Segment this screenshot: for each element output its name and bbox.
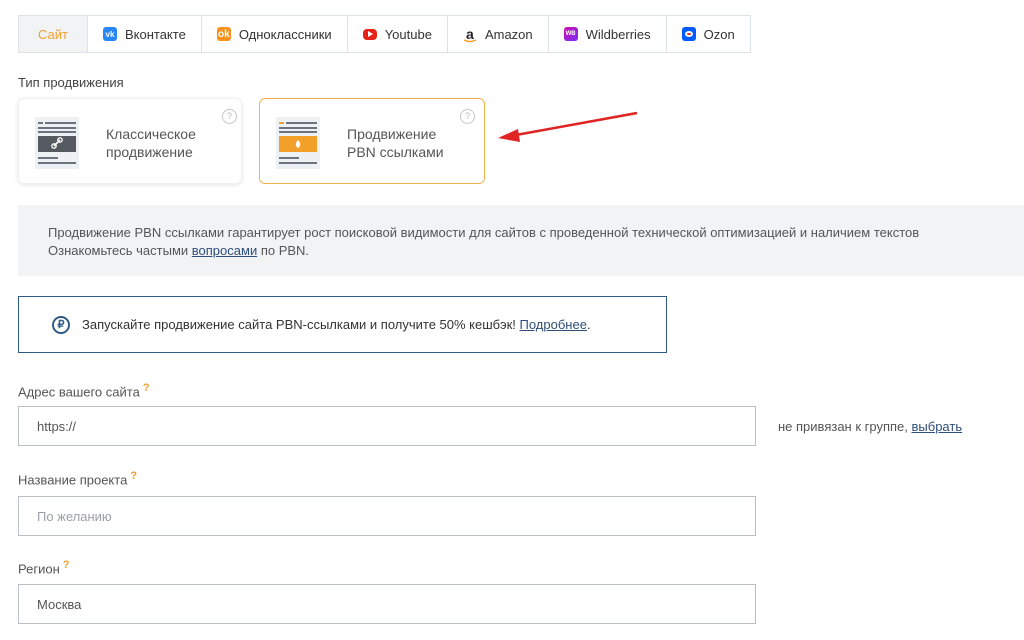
info-line2-prefix: Ознакомьтесь частыми xyxy=(48,243,192,258)
help-icon[interactable]: ? xyxy=(460,109,475,124)
tab-amazon[interactable]: a Amazon xyxy=(448,16,549,52)
pbn-promotion-card[interactable]: Продвижение PBN ссылками ? xyxy=(259,98,485,184)
project-name-label-text: Название проекта xyxy=(18,472,128,488)
tab-vkontakte-label: Вконтакте xyxy=(124,26,186,42)
pbn-card-line2: PBN ссылками xyxy=(347,144,444,160)
info-line2: Ознакомьтесь частыми вопросами по PBN. xyxy=(48,243,309,258)
source-tabs: Сайт vk Вконтакте ok Одноклассники Youtu… xyxy=(18,15,751,53)
cashback-promo-banner: ₽ Запускайте продвижение сайта PBN-ссылк… xyxy=(18,296,667,353)
tab-wildberries[interactable]: WB Wildberries xyxy=(549,16,667,52)
region-label: Регион? xyxy=(18,559,69,576)
project-name-input[interactable] xyxy=(18,496,756,536)
region-input[interactable] xyxy=(18,584,756,624)
ok-icon: ok xyxy=(216,27,231,41)
group-binding-text: не привязан к группе, xyxy=(778,419,912,434)
help-mark[interactable]: ? xyxy=(130,470,137,482)
info-line2-suffix: по PBN. xyxy=(257,243,310,258)
help-mark[interactable]: ? xyxy=(143,382,150,394)
help-icon[interactable]: ? xyxy=(222,109,237,124)
tab-youtube-label: Youtube xyxy=(384,26,432,42)
tab-wildberries-label: Wildberries xyxy=(585,26,651,42)
red-arrow-annotation xyxy=(498,111,638,142)
tab-ozon-label: Ozon xyxy=(703,26,735,42)
ozon-icon xyxy=(681,27,696,41)
tab-vkontakte[interactable]: vk Вконтакте xyxy=(88,16,202,52)
pbn-card-line1: Продвижение xyxy=(347,126,437,142)
tab-youtube[interactable]: Youtube xyxy=(348,16,448,52)
ruble-icon: ₽ xyxy=(52,315,70,334)
site-address-label: Адрес вашего сайта? xyxy=(18,382,150,399)
youtube-icon xyxy=(362,28,377,40)
pbn-info-block: Продвижение PBN ссылками гарантирует рос… xyxy=(18,205,1024,276)
classic-card-line2: продвижение xyxy=(106,144,193,160)
classic-card-line1: Классическое xyxy=(106,126,196,142)
promo-more-link[interactable]: Подробнее xyxy=(520,317,587,332)
help-mark[interactable]: ? xyxy=(63,559,70,571)
pbn-card-text: Продвижение PBN ссылками xyxy=(347,125,444,161)
choose-group-link[interactable]: выбрать xyxy=(912,419,963,434)
promotion-type-title: Тип продвижения xyxy=(18,75,124,90)
info-line1: Продвижение PBN ссылками гарантирует рос… xyxy=(48,225,920,240)
site-address-label-text: Адрес вашего сайта xyxy=(18,384,140,400)
tab-amazon-label: Amazon xyxy=(484,26,533,42)
classic-page-icon xyxy=(35,117,79,169)
tab-odnoklassniki-label: Одноклассники xyxy=(238,26,332,42)
pbn-page-icon xyxy=(276,117,320,169)
tab-site[interactable]: Сайт xyxy=(19,16,88,52)
classic-promotion-card[interactable]: Классическое продвижение ? xyxy=(18,98,242,184)
site-address-input[interactable] xyxy=(18,406,756,446)
amazon-icon: a xyxy=(463,26,477,43)
promo-suffix: . xyxy=(586,317,591,332)
region-label-text: Регион xyxy=(18,561,60,577)
group-binding: не привязан к группе, выбрать xyxy=(778,419,962,434)
vk-icon: vk xyxy=(102,27,117,41)
project-name-label: Название проекта? xyxy=(18,470,137,487)
tab-site-label: Сайт xyxy=(38,26,68,42)
promo-text: Запускайте продвижение сайта PBN-ссылкам… xyxy=(82,317,591,332)
tab-odnoklassniki[interactable]: ok Одноклассники xyxy=(202,16,348,52)
promo-message: Запускайте продвижение сайта PBN-ссылкам… xyxy=(82,317,520,332)
classic-card-text: Классическое продвижение xyxy=(106,125,196,161)
wildberries-icon: WB xyxy=(563,27,578,41)
faq-link[interactable]: вопросами xyxy=(192,243,257,258)
tab-ozon[interactable]: Ozon xyxy=(667,16,750,52)
